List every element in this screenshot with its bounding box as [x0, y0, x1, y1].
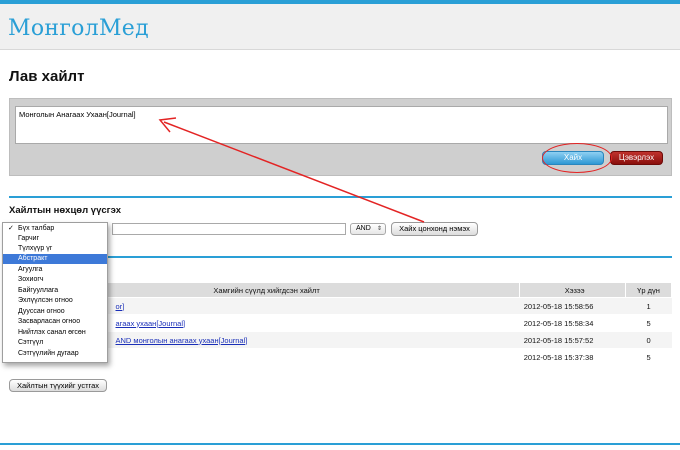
arrow-line — [163, 121, 425, 223]
annotation-arrow — [158, 117, 425, 223]
